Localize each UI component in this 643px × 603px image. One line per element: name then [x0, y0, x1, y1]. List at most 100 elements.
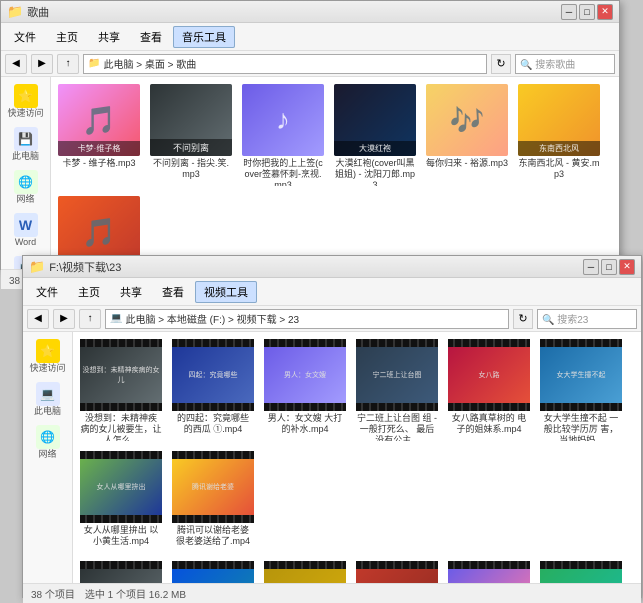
list-item[interactable]: 东南西北风 东南西北风 - 黄安.mp3	[515, 81, 603, 189]
tab-file-top[interactable]: 文件	[5, 26, 45, 48]
bottom-address-bar: ◀ ▶ ↑ 💻 此电脑 > 本地磁盘 (F:) > 视频下载 > 23 ↻ 🔍 …	[23, 306, 641, 332]
sidebar-network-bottom[interactable]: 🌐 网络	[25, 422, 70, 463]
forward-button-top[interactable]: ▶	[31, 54, 53, 74]
tab-home-top[interactable]: 主页	[47, 26, 87, 48]
refresh-button-bottom[interactable]: ↻	[513, 309, 533, 329]
up-button-top[interactable]: ↑	[57, 54, 79, 74]
file-name: 腾讯可以谢给老婆 很老婆送给了.mp4	[172, 525, 254, 547]
music-thumb: 大漠红袍	[334, 84, 416, 156]
sidebar-computer[interactable]: 💾 此电脑	[3, 124, 48, 165]
tab-view-top[interactable]: 查看	[131, 26, 171, 48]
list-item[interactable]: 以爱为素 以爱为素：书意 结婚道能？他的 抬，送你大发现...	[537, 558, 625, 583]
file-name: 每你归来 - 裕源.mp3	[426, 158, 508, 169]
quick-access-icon: ⭐	[14, 84, 38, 108]
tab-file-bottom[interactable]: 文件	[27, 281, 67, 303]
music-thumb: 不问别离	[150, 84, 232, 156]
top-address-bar: ◀ ▶ ↑ 📁 此电脑 > 桌面 > 歌曲 ↻ 🔍 搜索歌曲	[1, 51, 619, 77]
video-thumb: 女八路	[448, 339, 530, 411]
up-button-bottom[interactable]: ↑	[79, 309, 101, 329]
sidebar-network[interactable]: 🌐 网络	[3, 167, 48, 208]
list-item[interactable]: 跑出记：走大 跑出记：走大城 市里在北里了 设。真不可思...	[445, 558, 533, 583]
list-item[interactable]: 男人：女文嫂 男人：女文嫂 大打的补水.mp4	[261, 336, 349, 444]
quick-access-icon-bottom: ⭐	[36, 339, 60, 363]
search-box-top[interactable]: 🔍 搜索歌曲	[515, 54, 615, 74]
bottom-window: 📁 F:\视频下载\23 ─ □ ✕ 文件 主页 共享 查看 视频工具 ◀ ▶ …	[22, 255, 642, 598]
file-name: 没想到：未精神疾 病的女儿被要生，让人怎么...	[80, 413, 162, 441]
sidebar-computer-bottom[interactable]: 💻 此电脑	[25, 379, 70, 420]
back-button-bottom[interactable]: ◀	[27, 309, 49, 329]
computer-label: 此电脑	[12, 152, 39, 162]
bottom-content-area: ⭐ 快速访问 💻 此电脑 🌐 网络 没想到：未精神疾病的女儿	[23, 332, 641, 583]
list-item[interactable]: 小三身份全场 小三身份全场 总，借银电视中寺 口，书香问底...	[353, 558, 441, 583]
address-field-top[interactable]: 📁 此电脑 > 桌面 > 歌曲	[83, 54, 487, 74]
list-item[interactable]: 🎶 每你归来 - 裕源.mp3	[423, 81, 511, 189]
tab-view-bottom[interactable]: 查看	[153, 281, 193, 303]
tab-video-tools[interactable]: 视频工具	[195, 281, 257, 303]
top-row-1: 🎵 卡梦·维子格 卡梦 - 维子格.mp3 不问别离 不问别离 - 指尖.笑.m…	[55, 81, 615, 269]
quick-access-label: 快速访问	[7, 109, 43, 119]
file-name: 女大学生撞不起 一般比较学历厉 害，当地妈妈...	[540, 413, 622, 441]
tab-share-bottom[interactable]: 共享	[111, 281, 151, 303]
file-name: 的四起：究竟哪些 的西瓜 ①.mp4	[172, 413, 254, 435]
back-button-top[interactable]: ◀	[5, 54, 27, 74]
address-icon-top: 📁	[88, 58, 100, 69]
computer-label-bottom: 此电脑	[34, 407, 61, 417]
video-thumb: 历史努力打拼	[80, 561, 162, 583]
sidebar-quick-access[interactable]: ⭐ 快速访问	[3, 81, 48, 122]
address-field-bottom[interactable]: 💻 此电脑 > 本地磁盘 (F:) > 视频下载 > 23	[105, 309, 509, 329]
network-label-bottom: 网络	[38, 450, 56, 460]
video-thumb: 腾讯谢给老婆	[172, 451, 254, 523]
list-item[interactable]: 女大学生撞不起 女大学生撞不起 一般比较学历厉 害，当地妈妈...	[537, 336, 625, 444]
list-item[interactable]: 宁二班上让台图 宁二班上让台图 组 - 一般打死么、 最后没有公主...	[353, 336, 441, 444]
bottom-row-2: 历史努力打拼 如果历史是一群 努力打拼.mp4 实现复大学老师 实现复大学老师 …	[77, 558, 637, 583]
bottom-title-bar: 📁 F:\视频下载\23 ─ □ ✕	[23, 256, 641, 278]
top-window-title: 歌曲	[27, 4, 561, 20]
address-text-bottom: 此电脑 > 本地磁盘 (F:) > 视频下载 > 23	[125, 311, 299, 326]
list-item[interactable]: 插衣小英雄 插衣小英雄：飞 对对关联图 效果太棒的.mp4	[261, 558, 349, 583]
music-thumb: 🎵 卡梦·维子格	[58, 84, 140, 156]
video-thumb: 跑出记：走大	[448, 561, 530, 583]
close-button-bottom[interactable]: ✕	[619, 259, 635, 275]
word-icon: W	[14, 213, 38, 237]
list-item[interactable]: 🎵 卡梦·维子格 卡梦 - 维子格.mp3	[55, 81, 143, 189]
refresh-button-top[interactable]: ↻	[491, 54, 511, 74]
file-name: 时你把我的上上签(cover签慕怀刺-烹视.mp3	[242, 158, 324, 186]
search-box-bottom[interactable]: 🔍 搜索23	[537, 309, 637, 329]
network-icon: 🌐	[14, 170, 38, 194]
close-button[interactable]: ✕	[597, 4, 613, 20]
list-item[interactable]: 大漠红袍 大漠红袍(cover叫黑姐姐) - 沈阳刀郎.mp3	[331, 81, 419, 189]
minimize-button-bottom[interactable]: ─	[583, 259, 599, 275]
list-item[interactable]: ♪ 时你把我的上上签(cover签慕怀刺-烹视.mp3	[239, 81, 327, 189]
maximize-button[interactable]: □	[579, 4, 595, 20]
music-thumb: 东南西北风	[518, 84, 600, 156]
bottom-sidebar: ⭐ 快速访问 💻 此电脑 🌐 网络	[23, 332, 73, 583]
forward-button-bottom[interactable]: ▶	[53, 309, 75, 329]
video-thumb: 以爱为素	[540, 561, 622, 583]
tab-share-top[interactable]: 共享	[89, 26, 129, 48]
file-name: 不问别离 - 指尖.笑.mp3	[150, 158, 232, 180]
tab-music-tools[interactable]: 音乐工具	[173, 26, 235, 48]
list-item[interactable]: 腾讯谢给老婆 腾讯可以谢给老婆 很老婆送给了.mp4	[169, 448, 257, 550]
bottom-select-status: 选中 1 个项目 16.2 MB	[85, 586, 186, 601]
video-thumb: 男人：女文嫂	[264, 339, 346, 411]
list-item[interactable]: 女人从哪里拚出 女人从哪里拚出 以小黄生活.mp4	[77, 448, 165, 550]
list-item[interactable]: 四起：究竟哪些 的四起：究竟哪些 的西瓜 ①.mp4	[169, 336, 257, 444]
tab-home-bottom[interactable]: 主页	[69, 281, 109, 303]
top-title-bar: 📁 歌曲 ─ □ ✕	[1, 1, 619, 23]
bottom-window-controls: ─ □ ✕	[583, 259, 635, 275]
list-item[interactable]: 不问别离 不问别离 - 指尖.笑.mp3	[147, 81, 235, 189]
list-item[interactable]: 女八路 女八路真草树的 电子的姐妹系.mp4	[445, 336, 533, 444]
bottom-file-grid: 没想到：未精神疾病的女儿 没想到：未精神疾 病的女儿被要生，让人怎么... 四起…	[73, 332, 641, 583]
minimize-button[interactable]: ─	[561, 4, 577, 20]
video-thumb: 小三身份全场	[356, 561, 438, 583]
quick-access-label-bottom: 快速访问	[29, 364, 65, 374]
list-item[interactable]: 实现复大学老师 实现复大学老师 的分布器、情 短片等女主角最 最喜欢一位...	[169, 558, 257, 583]
video-thumb: 没想到：未精神疾病的女儿	[80, 339, 162, 411]
top-menu-bar: 文件 主页 共享 查看 音乐工具	[1, 23, 619, 51]
list-item[interactable]: 历史努力打拼 如果历史是一群 努力打拼.mp4	[77, 558, 165, 583]
computer-icon-bottom: 💻	[36, 382, 60, 406]
list-item[interactable]: 没想到：未精神疾病的女儿 没想到：未精神疾 病的女儿被要生，让人怎么...	[77, 336, 165, 444]
sidebar-quick-access-bottom[interactable]: ⭐ 快速访问	[25, 336, 70, 377]
sidebar-word[interactable]: W Word	[3, 210, 48, 251]
maximize-button-bottom[interactable]: □	[601, 259, 617, 275]
